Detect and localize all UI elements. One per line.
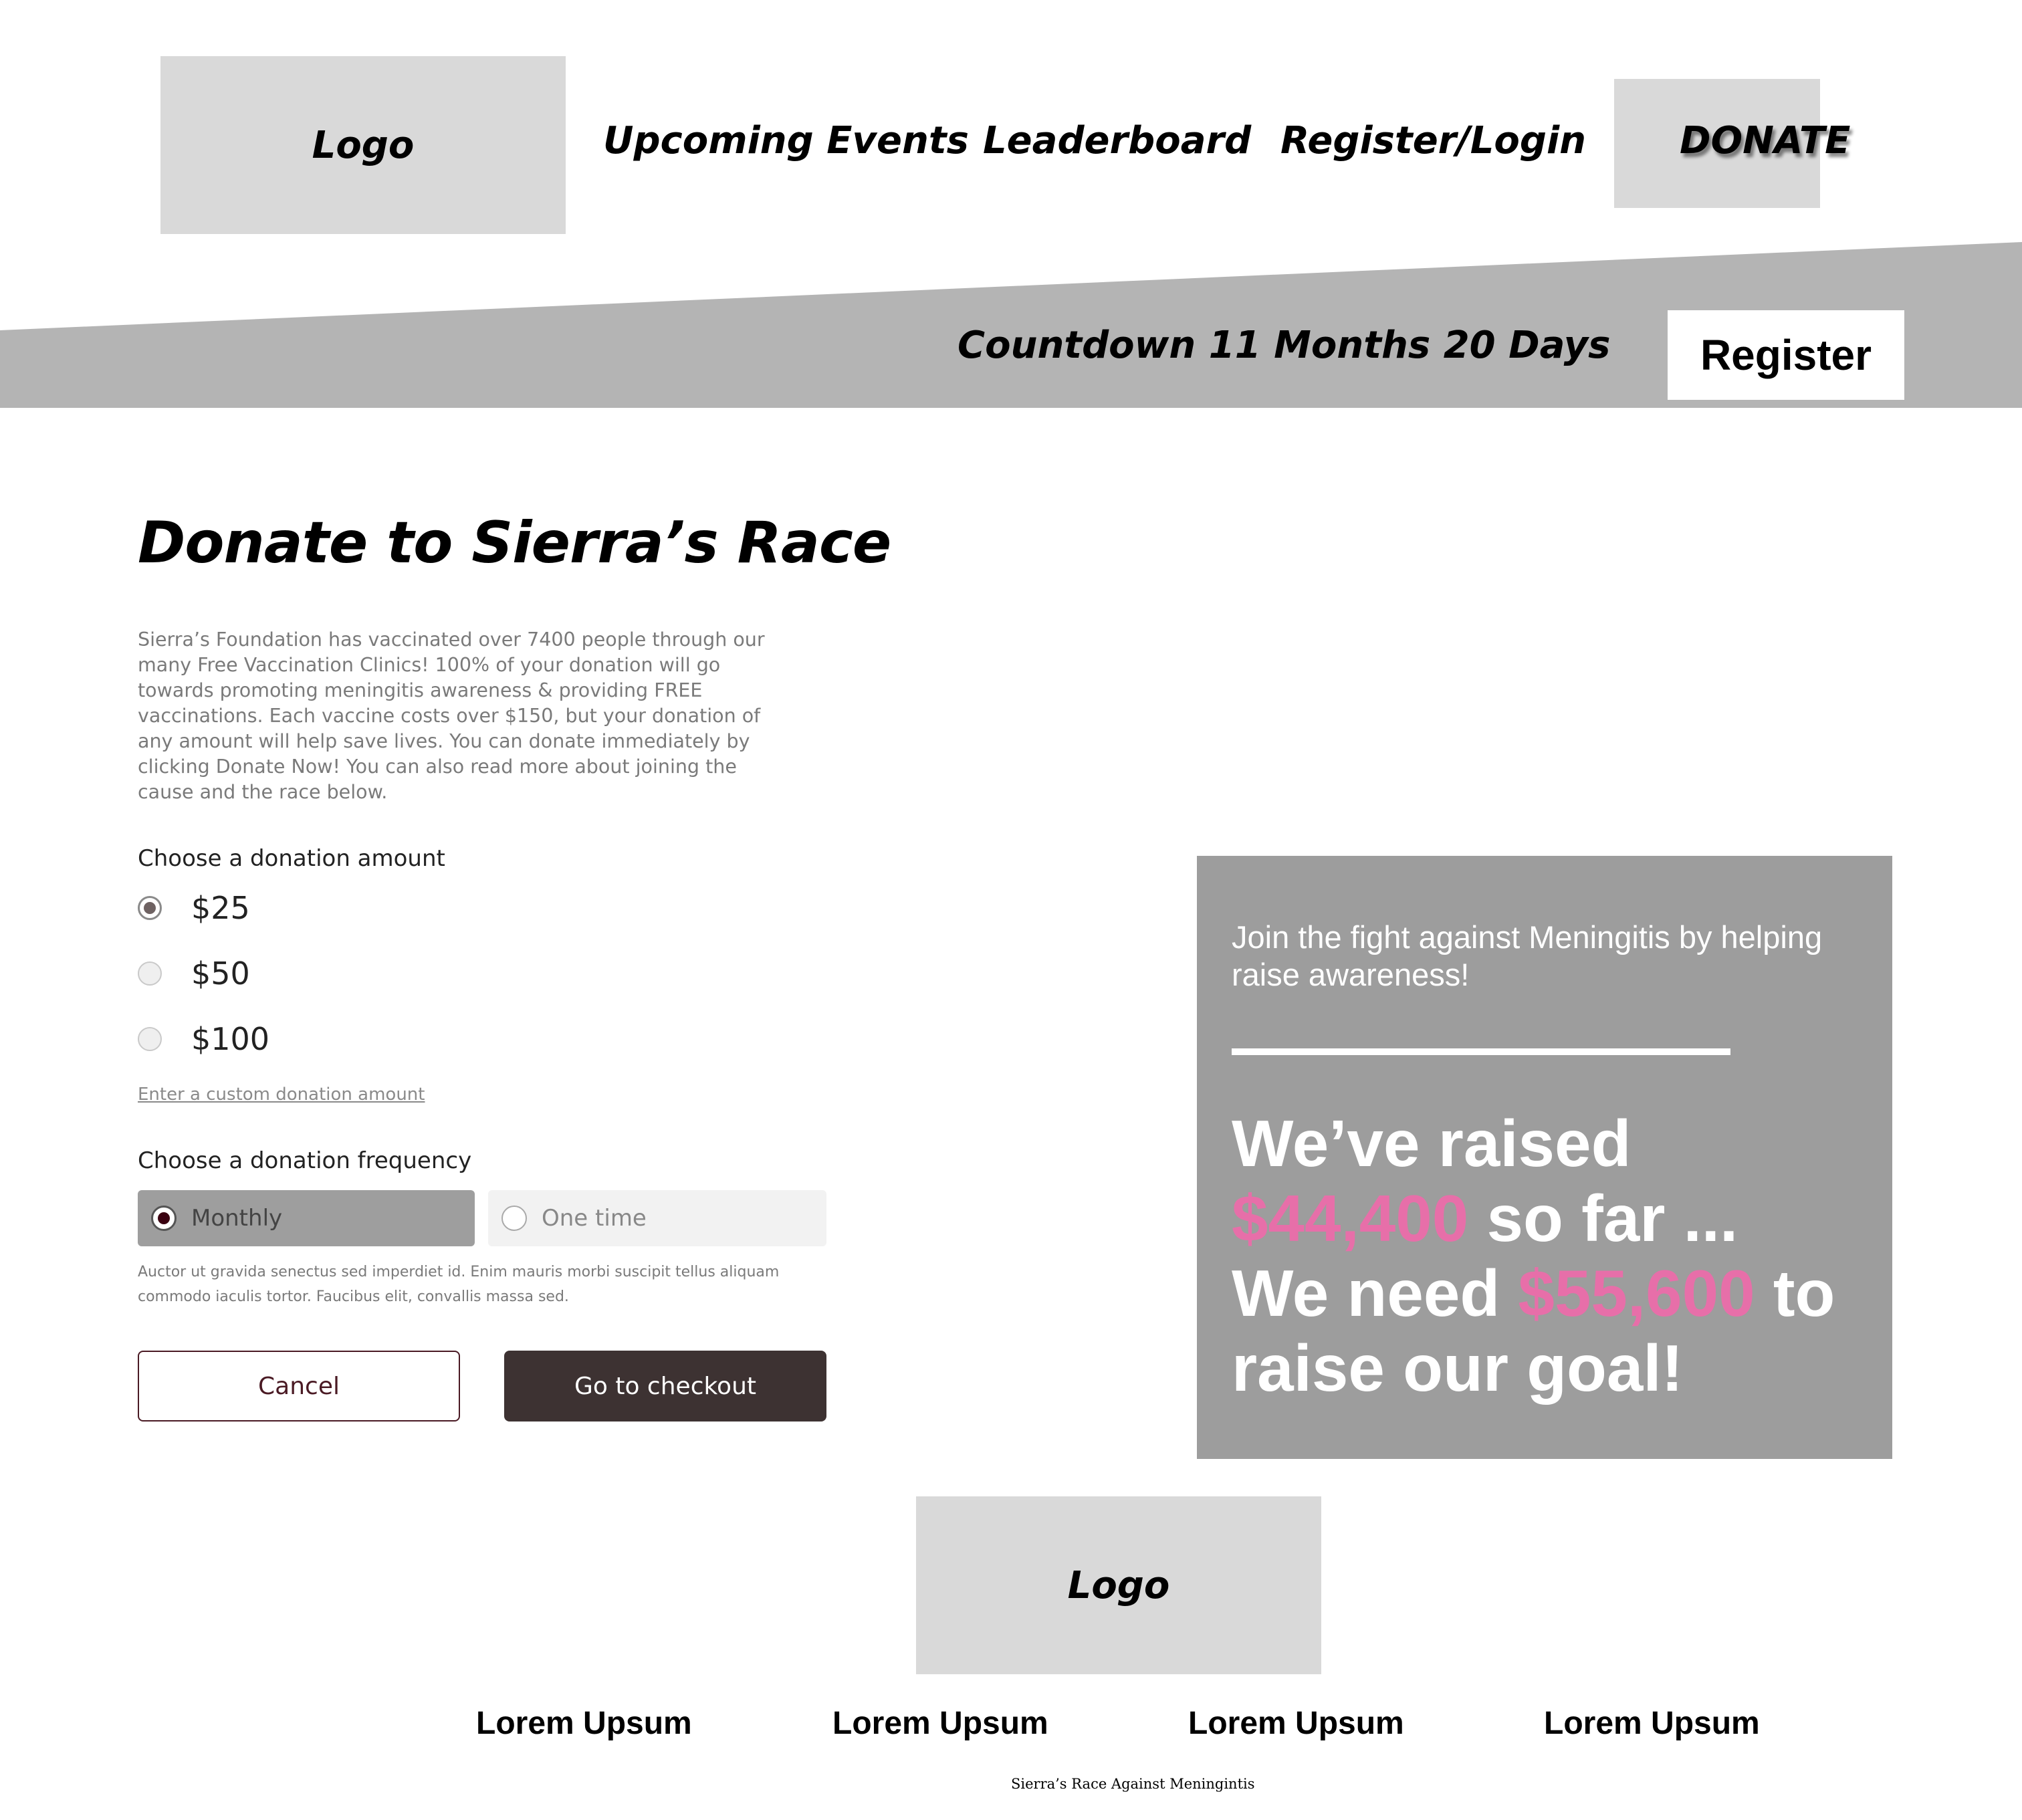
footer-logo[interactable]: Logo [916, 1496, 1321, 1674]
frequency-label-text: Monthly [191, 1205, 283, 1232]
radio-unselected-icon[interactable] [138, 1027, 162, 1051]
intro-paragraph: Sierra’s Foundation has vaccinated over … [138, 629, 765, 803]
nav-leaderboard[interactable]: Leaderboard [983, 119, 1251, 162]
register-button[interactable]: Register [1668, 310, 1904, 400]
donate-button[interactable]: DONATE [1680, 119, 1850, 162]
header-logo-text: Logo [312, 123, 415, 167]
countdown-text: Countdown 11 Months 20 Days [958, 324, 1611, 367]
header-logo[interactable]: Logo [160, 56, 566, 234]
footer-logo-text: Logo [1067, 1563, 1170, 1607]
need-prefix: We need [1232, 1256, 1500, 1330]
footer-link-2[interactable]: Lorem Upsum [832, 1705, 1048, 1742]
custom-amount-link[interactable]: Enter a custom donation amount [138, 1085, 425, 1105]
frequency-one-time[interactable]: One time [488, 1190, 826, 1246]
amount-option-label: $25 [191, 890, 250, 926]
copyright-text: Sierra’s Race Against Meningintis [1011, 1776, 1255, 1792]
amount-option-50[interactable]: $50 [138, 952, 250, 995]
footer-link-1[interactable]: Lorem Upsum [476, 1705, 692, 1742]
need-amount: $55,600 [1518, 1256, 1755, 1330]
panel-subtitle: Join the fight against Meningitis by hel… [1232, 919, 1823, 992]
cancel-button[interactable]: Cancel [138, 1351, 460, 1421]
fundraising-panel: Join the fight against Meningitis by hel… [1197, 856, 1892, 1459]
amount-option-100[interactable]: $100 [138, 1018, 269, 1060]
raised-amount: $44,400 [1232, 1181, 1469, 1255]
frequency-label: Choose a donation frequency [138, 1147, 472, 1174]
amount-label: Choose a donation amount [138, 845, 445, 872]
panel-divider [1232, 1048, 1730, 1055]
raised-suffix: so far ... [1486, 1181, 1738, 1255]
radio-selected-icon[interactable] [151, 1206, 177, 1231]
radio-unselected-icon[interactable] [138, 961, 162, 986]
amount-option-label: $100 [191, 1021, 270, 1057]
frequency-label-text: One time [542, 1205, 647, 1232]
footer-link-4[interactable]: Lorem Upsum [1544, 1705, 1760, 1742]
nav-register-login[interactable]: Register/Login [1280, 119, 1586, 162]
amount-option-label: $50 [191, 955, 250, 992]
radio-unselected-icon[interactable] [501, 1206, 527, 1231]
frequency-monthly[interactable]: Monthly [138, 1190, 475, 1246]
radio-selected-icon[interactable] [138, 896, 162, 920]
amount-option-25[interactable]: $25 [138, 887, 250, 929]
checkout-button[interactable]: Go to checkout [504, 1351, 826, 1421]
fine-print: Auctor ut gravida senectus sed imperdiet… [138, 1264, 780, 1305]
page-title: Donate to Sierra’s Race [138, 509, 891, 576]
footer-link-3[interactable]: Lorem Upsum [1188, 1705, 1404, 1742]
nav-upcoming-events[interactable]: Upcoming Events [603, 119, 969, 162]
fundraising-status: We’ve raised $44,400 so far ... We need … [1232, 1106, 1874, 1405]
raised-prefix: We’ve raised [1232, 1107, 1632, 1180]
